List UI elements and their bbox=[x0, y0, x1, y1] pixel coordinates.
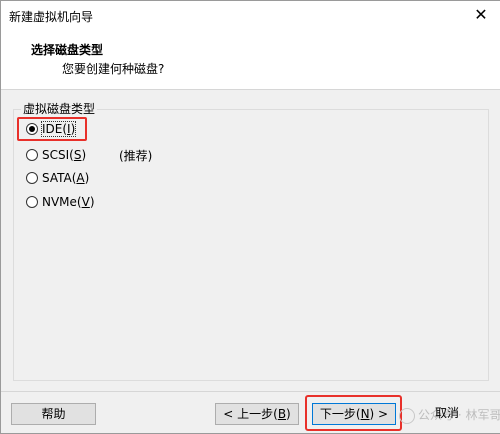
cancel-button[interactable]: 取消 bbox=[405, 403, 489, 425]
group-label: 虚拟磁盘类型 bbox=[21, 100, 98, 117]
help-button[interactable]: 帮助 bbox=[11, 403, 96, 425]
radio-scsi[interactable]: SCSI(S) bbox=[26, 146, 86, 164]
radio-unselected-icon[interactable] bbox=[26, 172, 38, 184]
highlight-next-box bbox=[305, 395, 402, 431]
title-bar: 新建虚拟机向导 ✕ bbox=[1, 1, 500, 29]
radio-scsi-label: SCSI(S) bbox=[42, 148, 87, 162]
wizard-window: 新建虚拟机向导 ✕ 选择磁盘类型 您要创建何种磁盘? 虚拟磁盘类型 IDE(I)… bbox=[0, 0, 500, 434]
radio-unselected-icon[interactable] bbox=[26, 149, 38, 161]
radio-sata[interactable]: SATA(A) bbox=[26, 169, 89, 187]
page-subtitle: 您要创建何种磁盘? bbox=[62, 62, 165, 76]
footer-divider bbox=[1, 391, 500, 392]
wizard-header: 选择磁盘类型 您要创建何种磁盘? bbox=[1, 29, 500, 90]
scsi-recommended-note: (推荐) bbox=[119, 149, 153, 163]
window-title: 新建虚拟机向导 bbox=[9, 10, 94, 24]
radio-nvme-label: NVMe(V) bbox=[42, 195, 95, 209]
highlight-ide-box bbox=[17, 117, 87, 141]
radio-nvme[interactable]: NVMe(V) bbox=[26, 193, 95, 211]
back-button[interactable]: < 上一步(B) bbox=[215, 403, 299, 425]
close-icon[interactable]: ✕ bbox=[470, 5, 492, 25]
radio-sata-label: SATA(A) bbox=[42, 171, 90, 185]
radio-unselected-icon[interactable] bbox=[26, 196, 38, 208]
page-title: 选择磁盘类型 bbox=[31, 43, 104, 57]
